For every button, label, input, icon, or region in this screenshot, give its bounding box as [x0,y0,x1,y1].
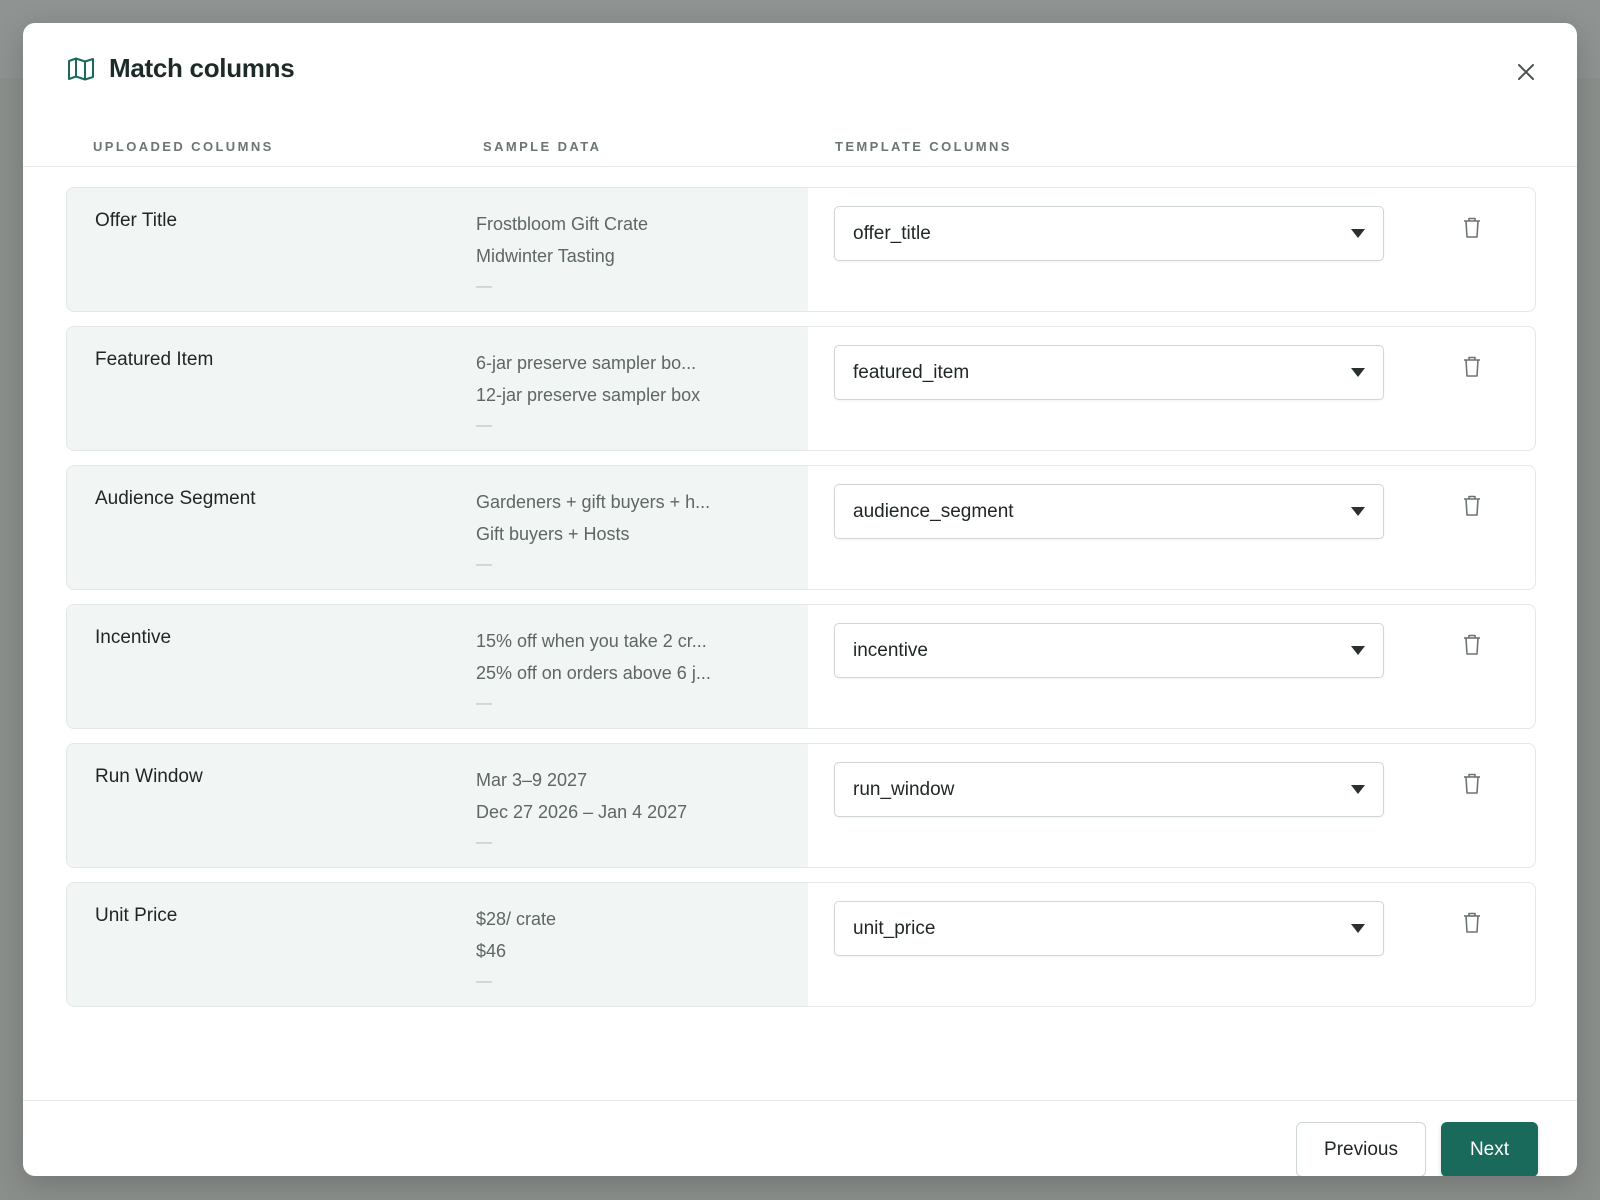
sample-value: Dec 27 2026 – Jan 4 2027 [476,802,688,822]
column-headers: UPLOADED COLUMNS SAMPLE DATA TEMPLATE CO… [23,119,1577,167]
dialog-title: Match columns [109,53,295,83]
sample-empty-marker: — [476,695,492,712]
sample-empty-marker: — [476,556,492,573]
previous-button[interactable]: Previous [1296,1122,1426,1176]
sample-value: $46 [476,941,507,961]
template-column-select[interactable]: offer_title [834,206,1384,261]
caret-down-icon [1351,368,1365,377]
row-source-panel: Offer Title Frostbloom Gift Crate Midwin… [67,188,808,311]
template-column-select[interactable]: featured_item [834,345,1384,400]
trash-icon[interactable] [1461,911,1483,935]
trash-icon[interactable] [1461,772,1483,796]
mapping-rows: Offer Title Frostbloom Gift Crate Midwin… [66,187,1536,1021]
mapping-row: Unit Price $28/ crate $46 — unit_price [66,882,1536,1007]
uploaded-column-name: Incentive [95,627,172,648]
mapping-row: Run Window Mar 3–9 2027 Dec 27 2026 – Ja… [66,743,1536,868]
caret-down-icon [1351,924,1365,933]
trash-icon[interactable] [1461,494,1483,518]
sample-value: $28/ crate [476,909,557,929]
row-source-panel: Unit Price $28/ crate $46 — [67,883,808,1006]
mapping-row: Incentive 15% off when you take 2 cr... … [66,604,1536,729]
sample-data: Mar 3–9 2027 Dec 27 2026 – Jan 4 2027 — [476,764,796,858]
selected-template-column: incentive [853,640,928,661]
sample-data: $28/ crate $46 — [476,903,796,997]
template-column-select[interactable]: audience_segment [834,484,1384,539]
close-button[interactable] [1511,59,1541,89]
mapping-row: Audience Segment Gardeners + gift buyers… [66,465,1536,590]
sample-value: 6-jar preserve sampler bo... [476,353,697,373]
next-button[interactable]: Next [1441,1122,1538,1176]
row-source-panel: Incentive 15% off when you take 2 cr... … [67,605,808,728]
trash-icon[interactable] [1461,355,1483,379]
dialog-footer: Previous Next [23,1100,1577,1176]
map-icon [67,57,95,81]
row-source-panel: Audience Segment Gardeners + gift buyers… [67,466,808,589]
uploaded-column-name: Unit Price [95,905,178,926]
selected-template-column: offer_title [853,223,931,244]
sample-empty-marker: — [476,278,492,295]
uploaded-column-name: Run Window [95,766,203,787]
selected-template-column: audience_segment [853,501,1014,522]
mapping-row: Featured Item 6-jar preserve sampler bo.… [66,326,1536,451]
trash-icon[interactable] [1461,216,1483,240]
sample-value: Frostbloom Gift Crate [476,214,649,234]
sample-value: Gardeners + gift buyers + h... [476,492,711,512]
match-columns-dialog: Match columns UPLOADED COLUMNS SAMPLE DA… [23,23,1577,1176]
selected-template-column: run_window [853,779,955,800]
template-column-select[interactable]: run_window [834,762,1384,817]
caret-down-icon [1351,507,1365,516]
uploaded-column-name: Featured Item [95,349,214,370]
caret-down-icon [1351,229,1365,238]
mapping-row: Offer Title Frostbloom Gift Crate Midwin… [66,187,1536,312]
close-icon [1517,63,1535,86]
sample-data: 6-jar preserve sampler bo... 12-jar pres… [476,347,796,441]
sample-value: 15% off when you take 2 cr... [476,631,707,651]
template-columns-header: TEMPLATE COLUMNS [835,139,1012,154]
row-source-panel: Run Window Mar 3–9 2027 Dec 27 2026 – Ja… [67,744,808,867]
sample-data-header: SAMPLE DATA [483,139,602,154]
sample-value: Midwinter Tasting [476,246,615,266]
template-column-select[interactable]: incentive [834,623,1384,678]
sample-data: 15% off when you take 2 cr... 25% off on… [476,625,796,719]
sample-data: Frostbloom Gift Crate Midwinter Tasting … [476,208,796,302]
trash-icon[interactable] [1461,633,1483,657]
sample-value: Mar 3–9 2027 [476,770,588,790]
sample-empty-marker: — [476,834,492,851]
uploaded-column-name: Audience Segment [95,488,256,509]
sample-value: Gift buyers + Hosts [476,524,630,544]
sample-empty-marker: — [476,973,492,990]
sample-value: 12-jar preserve sampler box [476,385,701,405]
uploaded-columns-header: UPLOADED COLUMNS [93,139,274,154]
selected-template-column: featured_item [853,362,970,383]
caret-down-icon [1351,646,1365,655]
caret-down-icon [1351,785,1365,794]
dialog-header: Match columns [23,23,1577,119]
selected-template-column: unit_price [853,918,936,939]
sample-empty-marker: — [476,417,492,434]
template-column-select[interactable]: unit_price [834,901,1384,956]
row-source-panel: Featured Item 6-jar preserve sampler bo.… [67,327,808,450]
sample-data: Gardeners + gift buyers + h... Gift buye… [476,486,796,580]
uploaded-column-name: Offer Title [95,210,178,231]
sample-value: 25% off on orders above 6 j... [476,663,711,683]
